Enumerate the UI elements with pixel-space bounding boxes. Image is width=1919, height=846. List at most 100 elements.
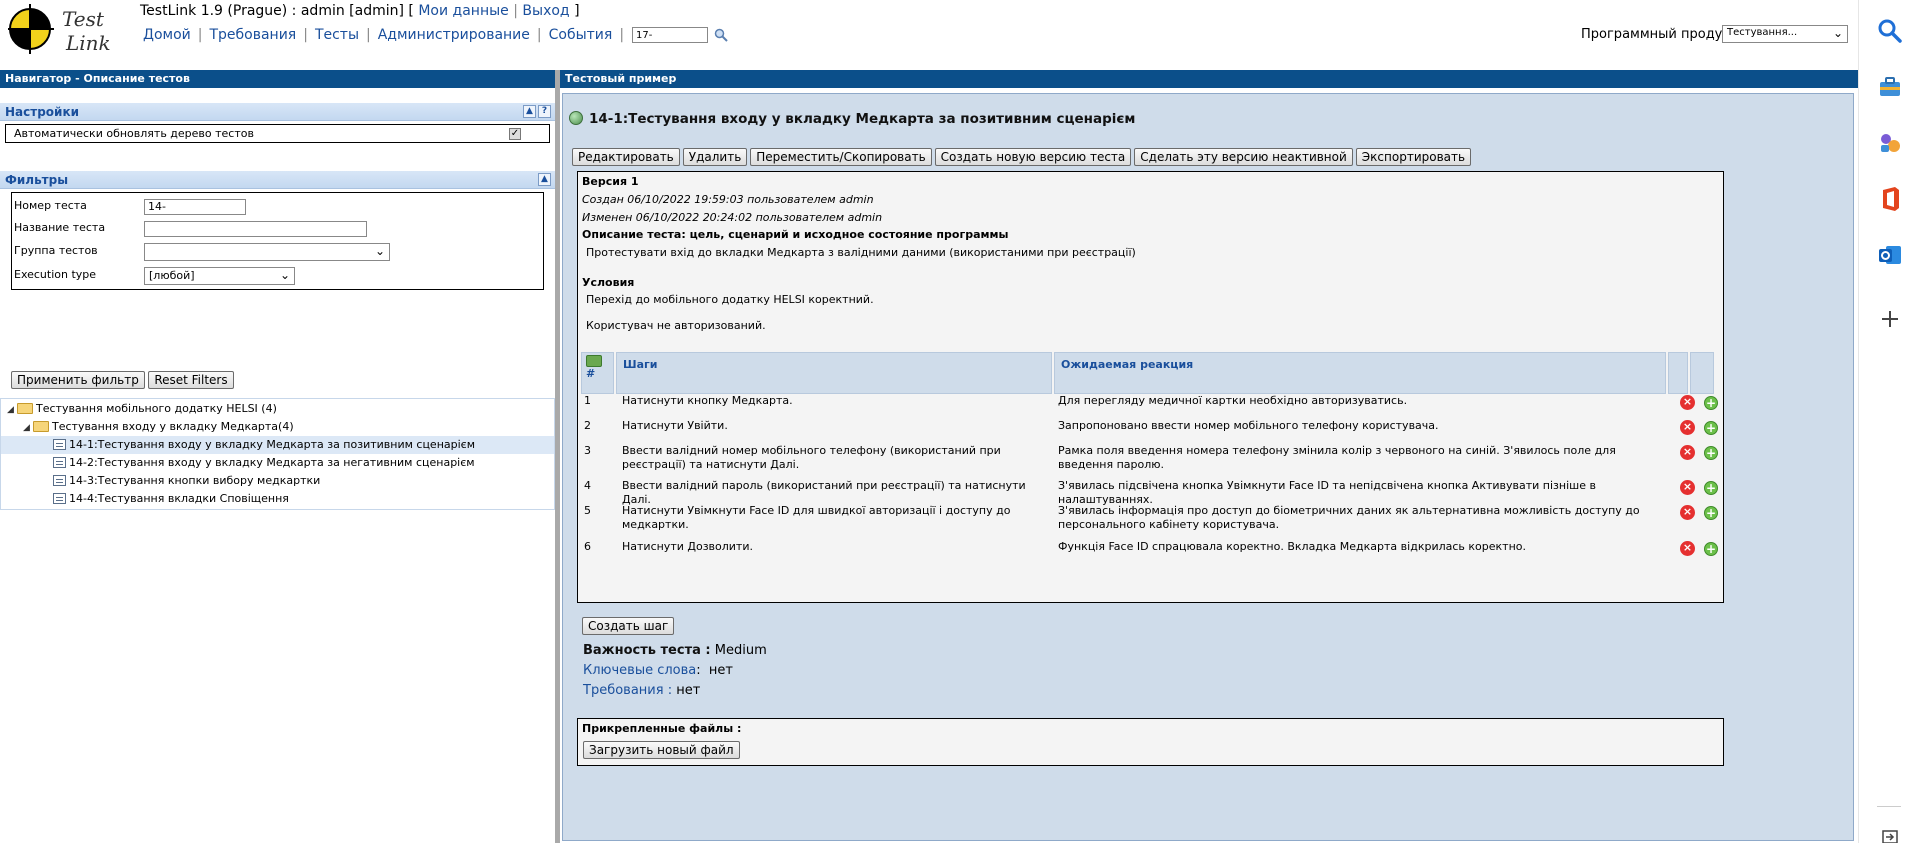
- step-action: Натиснути кнопку Медкарта.: [622, 394, 793, 407]
- step-action: Ввести валідний номер мобільного телефон…: [622, 444, 1001, 471]
- reorder-steps-icon[interactable]: [586, 355, 602, 367]
- delete-button[interactable]: Удалить: [682, 148, 748, 166]
- menu-tests[interactable]: Тесты: [315, 27, 359, 43]
- logout-link[interactable]: Выход: [522, 3, 569, 19]
- auto-refresh-checkbox[interactable]: ✓: [509, 128, 521, 140]
- insert-step-icon[interactable]: +: [1704, 421, 1718, 435]
- attachments-label: Прикрепленные файлы :: [582, 722, 742, 735]
- summary-label: Описание теста: цель, сценарий и исходно…: [582, 228, 1009, 241]
- settings-box: Автоматически обновлять дерево тестов ✓: [5, 124, 550, 143]
- new-version-button[interactable]: Создать новую версию теста: [934, 148, 1132, 166]
- product-select[interactable]: Тестування... ⌄: [1722, 25, 1848, 43]
- step-number: 4: [584, 479, 591, 492]
- testlink-logo[interactable]: Test Link: [8, 2, 114, 56]
- requirements-label[interactable]: Требования :: [583, 683, 672, 698]
- insert-step-icon[interactable]: +: [1704, 506, 1718, 520]
- briefcase-icon[interactable]: [1877, 74, 1903, 100]
- test-suite-select[interactable]: ⌄: [144, 243, 390, 261]
- preconditions-text-1: Перехід до мобільного додатку HELSI коре…: [586, 293, 874, 306]
- svg-text:Test: Test: [62, 7, 105, 31]
- testcase-action-bar: Редактировать Удалить Переместить/Скопир…: [572, 148, 1472, 166]
- chevron-down-icon: ⌄: [1832, 26, 1843, 40]
- insert-step-icon[interactable]: +: [1704, 396, 1718, 410]
- step-number: 3: [584, 444, 591, 457]
- delete-step-icon[interactable]: ×: [1680, 420, 1695, 435]
- testcase-pane-title: Тестовый пример: [560, 70, 1858, 88]
- my-data-link[interactable]: Мои данные: [418, 3, 508, 19]
- test-number-input[interactable]: 14-: [144, 199, 246, 215]
- expand-triangle-icon[interactable]: ◢: [7, 401, 17, 419]
- tree-node-project[interactable]: ◢ Тестування мобільного додатку HELSI (4): [7, 400, 277, 418]
- keywords-line: Ключевые слова: нет: [583, 663, 733, 678]
- games-icon[interactable]: [1877, 130, 1903, 156]
- tree-node-tc-14-2[interactable]: 14-2:Тестування входу у вкладку Медкарта…: [53, 454, 475, 472]
- expand-triangle-icon[interactable]: ◢: [23, 419, 33, 437]
- testcase-globe-icon[interactable]: [569, 111, 583, 125]
- insert-step-icon[interactable]: +: [1704, 481, 1718, 495]
- delete-step-icon[interactable]: ×: [1680, 505, 1695, 520]
- collapse-icon[interactable]: ▲: [538, 173, 551, 186]
- test-number-label: Номер теста: [14, 199, 87, 212]
- menu-events[interactable]: События: [549, 27, 613, 43]
- reset-filters-button[interactable]: Reset Filters: [148, 371, 234, 389]
- edit-button[interactable]: Редактировать: [572, 148, 680, 166]
- chevron-down-icon: ⌄: [279, 268, 290, 282]
- step-expected: Рамка поля введення номера телефону змін…: [1058, 444, 1616, 471]
- delete-step-icon[interactable]: ×: [1680, 541, 1695, 556]
- step-number: 2: [584, 419, 591, 432]
- navigator-pane: Навигатор - Описание тестов Настройки ▲ …: [0, 70, 555, 843]
- plus-icon[interactable]: [1877, 306, 1903, 332]
- filters-box: Номер теста 14- Название теста Группа те…: [11, 192, 544, 290]
- outlook-icon[interactable]: [1877, 242, 1903, 268]
- step-expected: З'явилась підсвічена кнопка Увімкнути Fa…: [1058, 479, 1596, 506]
- step-expected: Функція Face ID спрацювала коректно. Вкл…: [1058, 540, 1526, 553]
- delete-step-icon[interactable]: ×: [1680, 445, 1695, 460]
- settings-header[interactable]: Настройки ▲ ?: [0, 103, 555, 121]
- delete-step-icon[interactable]: ×: [1680, 395, 1695, 410]
- upload-file-button[interactable]: Загрузить новый файл: [583, 741, 740, 759]
- steps-header-expected: Ожидаемая реакция: [1054, 352, 1666, 394]
- rail-divider: [1877, 806, 1901, 807]
- tree-node-tc-14-1[interactable]: 14-1:Тестування входу у вкладку Медкарта…: [1, 436, 554, 454]
- steps-header-steps: Шаги: [616, 352, 1052, 394]
- export-button[interactable]: Экспортировать: [1355, 148, 1472, 166]
- delete-step-icon[interactable]: ×: [1680, 480, 1695, 495]
- top-header: Test Link TestLink 1.9 (Prague) : admin …: [0, 0, 1858, 62]
- execution-type-select[interactable]: [любой] ⌄: [144, 267, 295, 285]
- search-icon[interactable]: [1877, 18, 1903, 44]
- test-tree: ◢ Тестування мобільного додатку HELSI (4)…: [0, 398, 555, 510]
- create-step-button[interactable]: Создать шаг: [582, 617, 675, 635]
- requirements-line: Требования : нет: [583, 683, 700, 698]
- keywords-label[interactable]: Ключевые слова: [583, 663, 696, 678]
- help-icon[interactable]: ?: [538, 105, 551, 118]
- step-action: Натиснути Увімкнути Face ID для швидкої …: [622, 504, 1011, 531]
- step-number: 1: [584, 394, 591, 407]
- menu-home[interactable]: Домой: [143, 27, 191, 43]
- preconditions-text-2: Користувач не авторизований.: [586, 319, 766, 332]
- testcase-icon: [53, 457, 66, 468]
- step-expected: З'явилась інформація про доступ до біоме…: [1058, 504, 1640, 531]
- test-name-input[interactable]: [144, 221, 367, 237]
- testcase-icon: [53, 493, 66, 504]
- insert-step-icon[interactable]: +: [1704, 542, 1718, 556]
- filters-header[interactable]: Фильтры ▲: [0, 171, 555, 189]
- apply-filter-button[interactable]: Применить фильтр: [11, 371, 145, 389]
- test-name-label: Название теста: [14, 221, 106, 234]
- sidebar-settings-icon[interactable]: [1877, 826, 1903, 844]
- step-action: Ввести валідний пароль (використаний при…: [622, 479, 1026, 506]
- insert-step-icon[interactable]: +: [1704, 446, 1718, 460]
- test-suite-label: Группа тестов: [14, 244, 98, 257]
- search-icon[interactable]: [714, 28, 728, 42]
- attachments-box: Прикрепленные файлы : Загрузить новый фа…: [577, 718, 1724, 766]
- tree-node-tc-14-4[interactable]: 14-4:Тестування вкладки Сповіщення: [53, 490, 289, 508]
- menu-requirements[interactable]: Требования: [209, 27, 296, 43]
- testcase-icon: [53, 439, 66, 450]
- move-copy-button[interactable]: Переместить/Скопировать: [750, 148, 932, 166]
- quick-search-input[interactable]: [632, 27, 709, 43]
- collapse-icon[interactable]: ▲: [523, 105, 536, 118]
- tree-node-suite[interactable]: ◢ Тестування входу у вкладку Медкарта(4): [23, 418, 294, 436]
- menu-administration[interactable]: Администрирование: [378, 27, 530, 43]
- office-icon[interactable]: [1877, 186, 1903, 212]
- tree-node-tc-14-3[interactable]: 14-3:Тестування кнопки вибору медкартки: [53, 472, 320, 490]
- deactivate-version-button[interactable]: Сделать эту версию неактивной: [1134, 148, 1353, 166]
